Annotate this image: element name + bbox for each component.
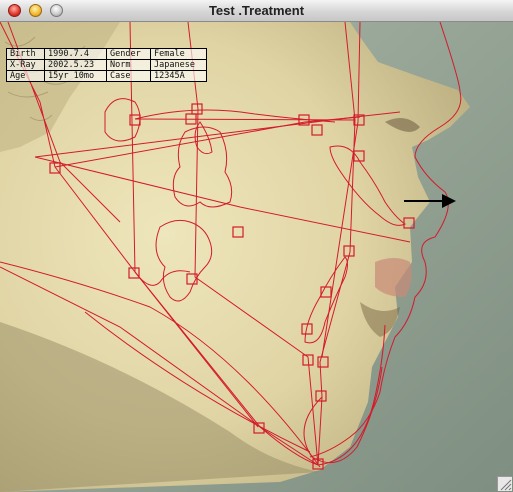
title-bar[interactable]: Test .Treatment [0,0,513,22]
info-label: Age [5,70,46,82]
patient-info-table: Birth 1990.7.4 Gender Female X-Ray 2002.… [5,48,207,82]
resize-grip-icon[interactable] [497,476,512,491]
info-row: Age 15yr 10mo Case 12345A [5,70,207,82]
info-label: Gender [105,48,152,60]
info-value: 1990.7.4 [44,48,107,60]
app-window: Test .Treatment Birth 1990.7.4 Gender Fe… [0,0,513,492]
info-row: Birth 1990.7.4 Gender Female [5,48,207,60]
info-row: X-Ray 2002.5.23 Norm Japanese [5,59,207,71]
info-label: X-Ray [5,59,46,71]
cephalometric-view [0,22,513,492]
info-label: Case [105,70,152,82]
info-value: 12345A [150,70,207,82]
info-value: Japanese [150,59,207,71]
info-value: Female [150,48,207,60]
info-label: Birth [5,48,46,60]
lip-shading [375,258,412,297]
info-value: 15yr 10mo [44,70,107,82]
info-label: Norm [105,59,152,71]
xray-canvas[interactable]: Birth 1990.7.4 Gender Female X-Ray 2002.… [0,22,513,492]
window-title: Test .Treatment [208,3,305,18]
info-value: 2002.5.23 [44,59,107,71]
